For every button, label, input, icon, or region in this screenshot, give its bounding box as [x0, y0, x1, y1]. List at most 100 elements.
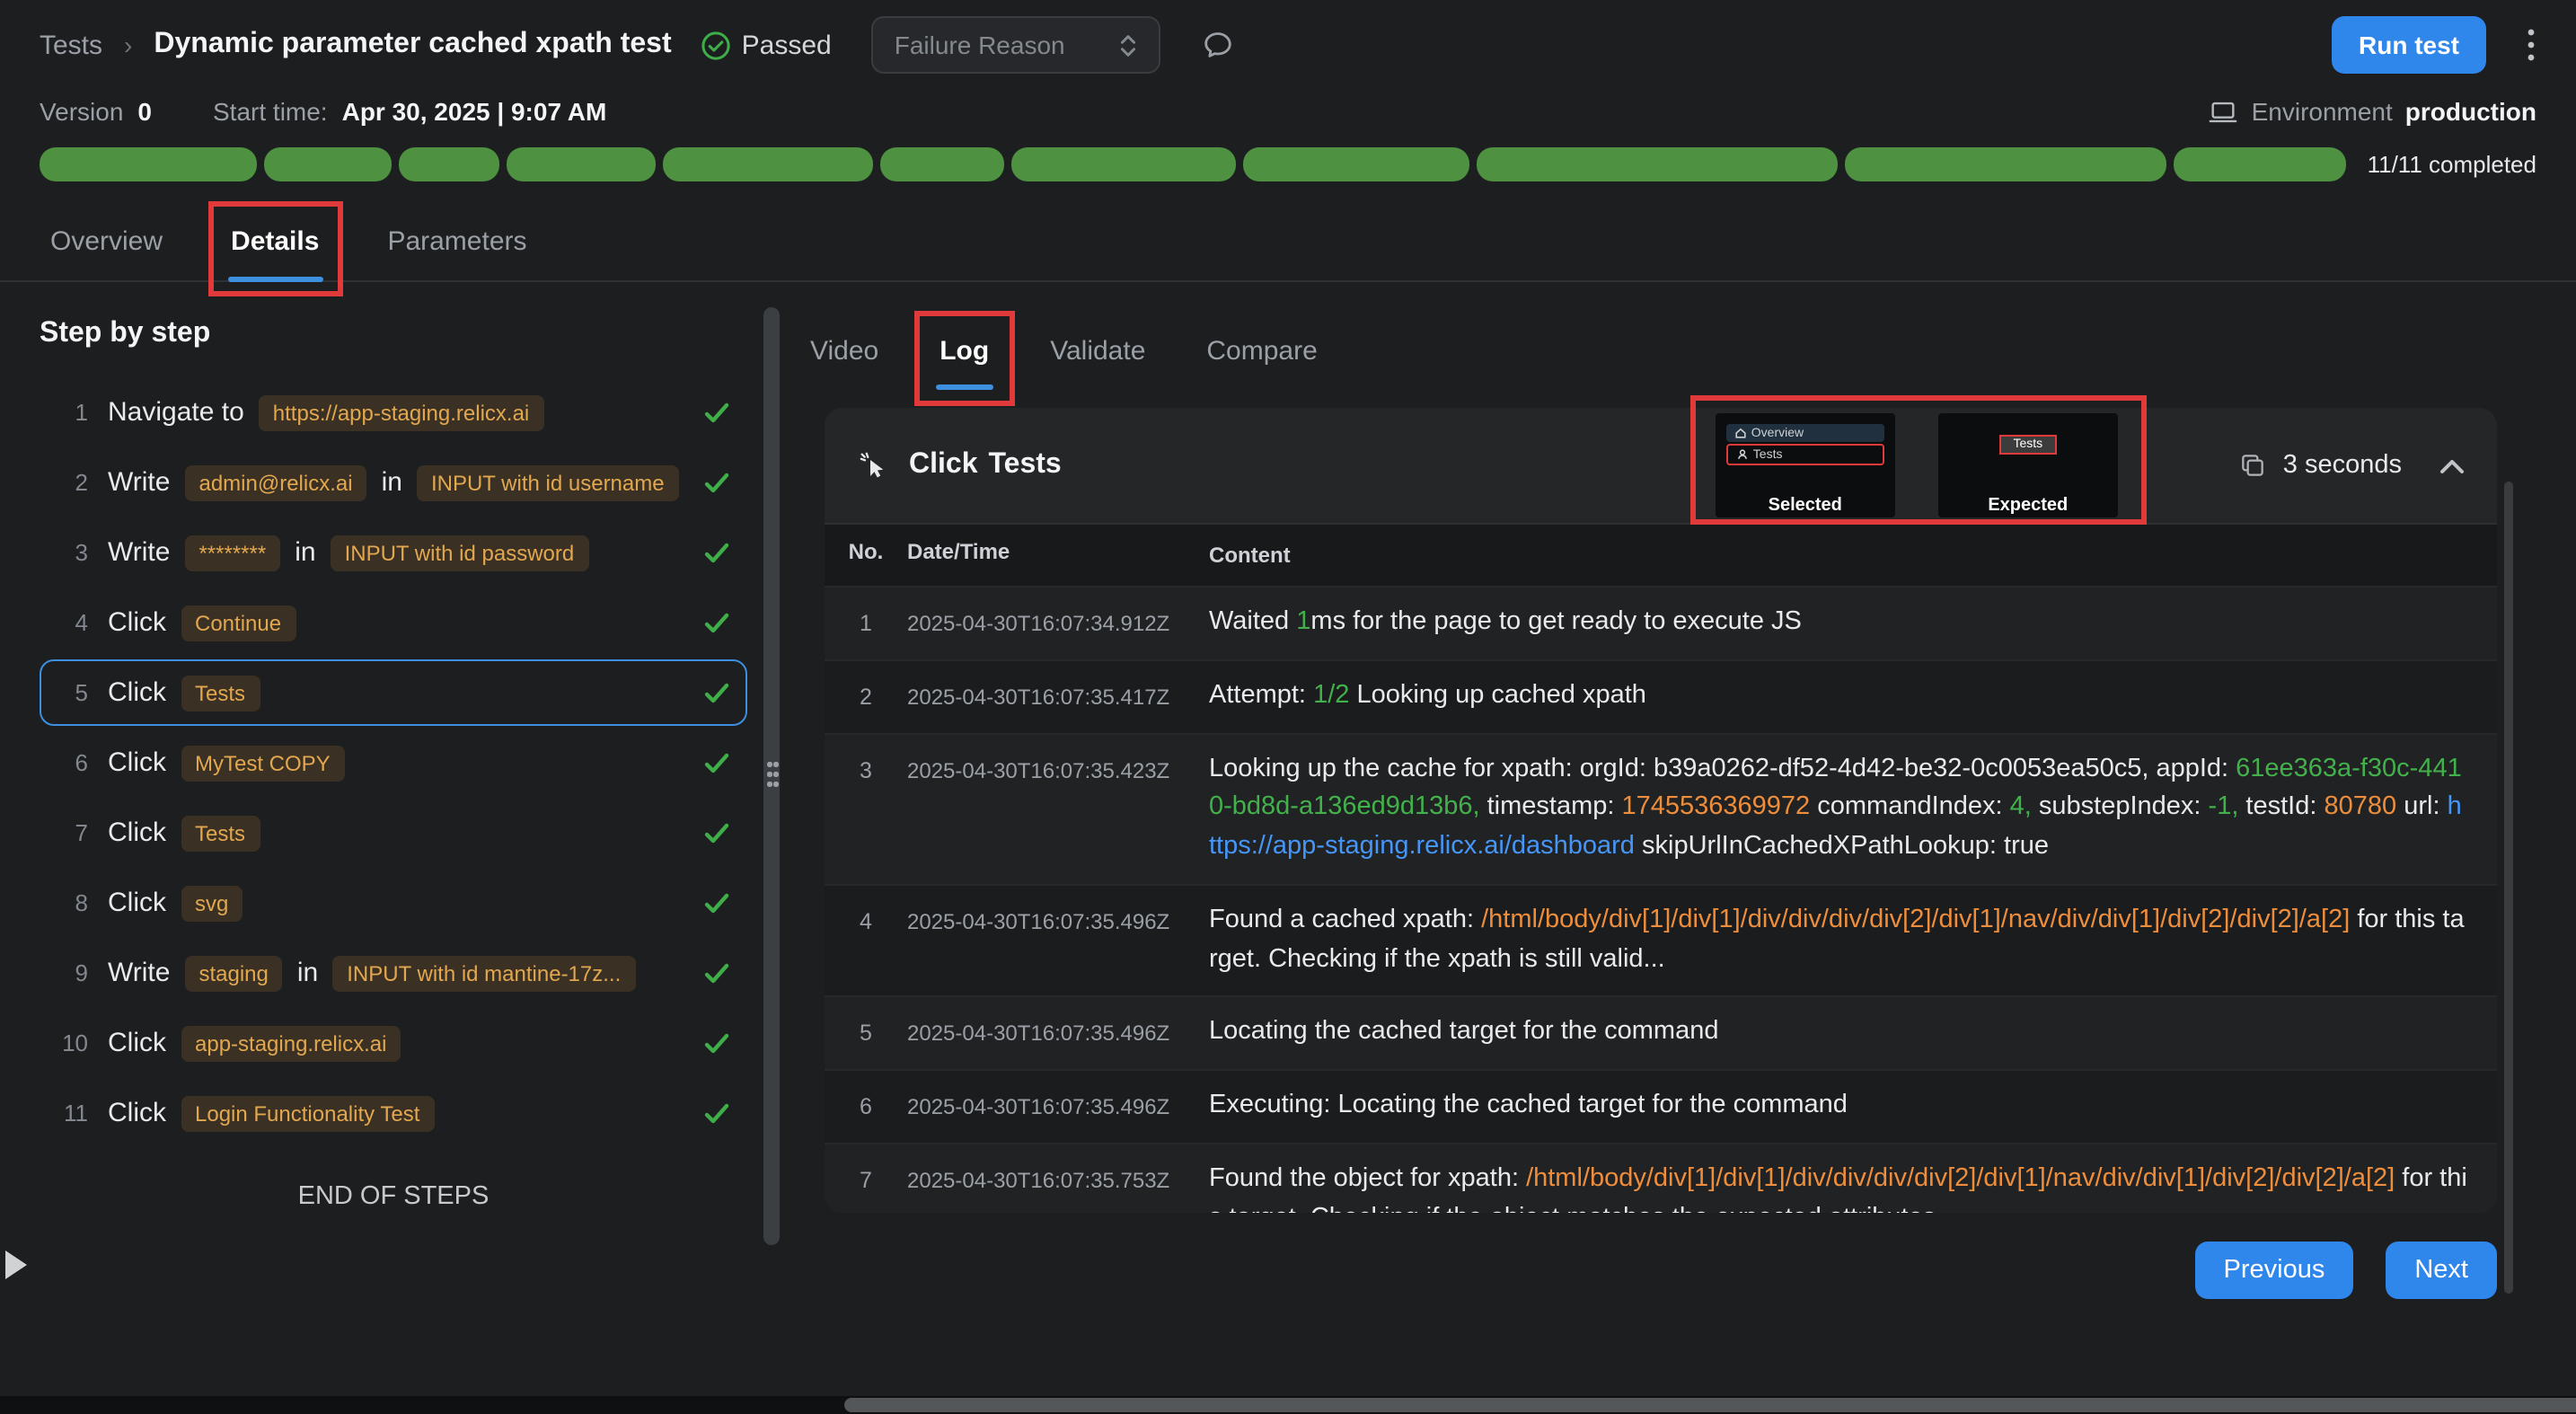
log-text-segment: 80780: [2325, 793, 2397, 822]
step-value-badge: staging: [184, 955, 282, 991]
comment-icon[interactable]: [1200, 27, 1236, 63]
step-number: 8: [52, 889, 88, 916]
main-tab-bar: Overview Details Parameters: [0, 210, 2576, 282]
log-text-segment: testId:: [2238, 793, 2324, 822]
step-number: 1: [52, 399, 88, 426]
progress-segment[interactable]: [1243, 147, 1470, 181]
chevron-up-icon[interactable]: [2439, 457, 2465, 473]
log-row-number: 1: [825, 588, 907, 659]
step-item-8[interactable]: 8 Click svg: [40, 870, 747, 936]
app-window: Tests › Dynamic parameter cached xpath t…: [0, 0, 2576, 1414]
progress-completed-label: 11/11 completed: [2368, 151, 2536, 178]
step-item-9[interactable]: 9 Write staging in INPUT with id mantine…: [40, 940, 747, 1006]
step-action: Click: [108, 1098, 166, 1128]
tab-details-label: Details: [231, 226, 319, 257]
progress-segment[interactable]: [40, 147, 257, 181]
expected-thumbnail[interactable]: Tests Expected: [1938, 413, 2118, 517]
log-row-content: Found the object for xpath: /html/body/d…: [1209, 1144, 2497, 1214]
next-button[interactable]: Next: [2386, 1242, 2497, 1299]
progress-segment[interactable]: [264, 147, 391, 181]
progress-segment[interactable]: [663, 147, 874, 181]
step-item-1[interactable]: 1 Navigate to https://app-staging.relicx…: [40, 379, 747, 446]
tab-compare[interactable]: Compare: [1203, 322, 1320, 386]
log-row-timestamp: 2025-04-30T16:07:35.496Z: [907, 998, 1209, 1070]
panel-resize-handle[interactable]: [763, 307, 780, 1245]
log-row-content: Looking up the cache for xpath: orgId: b…: [1209, 734, 2497, 884]
step-item-4[interactable]: 4 Click Continue: [40, 589, 747, 656]
selected-thumbnail[interactable]: Overview Tests Selected: [1716, 413, 1895, 517]
log-row: 2 2025-04-30T16:07:35.417Z Attempt: 1/2 …: [825, 661, 2497, 735]
breadcrumb-separator: ›: [124, 31, 132, 59]
progress-segment[interactable]: [1011, 147, 1235, 181]
log-text-segment: 1: [1296, 607, 1310, 636]
step-item-3[interactable]: 3 Write ******** in INPUT with id passwo…: [40, 519, 747, 586]
log-row: 5 2025-04-30T16:07:35.496Z Locating the …: [825, 998, 2497, 1072]
step-item-11[interactable]: 11 Click Login Functionality Test: [40, 1080, 747, 1146]
step-target-badge: Tests: [181, 815, 260, 851]
step-target-badge: MyTest COPY: [181, 745, 345, 781]
thumb-expected-label: Tests: [1998, 435, 2057, 455]
tab-overview[interactable]: Overview: [47, 210, 166, 280]
tab-validate[interactable]: Validate: [1046, 322, 1149, 386]
step-item-7[interactable]: 7 Click Tests: [40, 800, 747, 866]
log-text-segment: url:: [2396, 793, 2447, 822]
status-badge: Passed: [701, 30, 832, 60]
tab-log-label: Log: [940, 336, 989, 367]
log-text-segment: commandIndex:: [1810, 793, 2009, 822]
progress-segment[interactable]: [398, 147, 498, 181]
screenshot-thumbnails: Overview Tests Selected Tests: [1716, 413, 2118, 517]
step-conjunction: in: [382, 467, 402, 498]
progress-segment[interactable]: [506, 147, 655, 181]
log-card-header: Click Tests Overview Tests: [825, 408, 2497, 523]
log-text-segment: Found the object for xpath:: [1209, 1164, 1526, 1193]
log-scrollbar[interactable]: [2504, 482, 2513, 1294]
sidebar-expander-icon[interactable]: [5, 1251, 27, 1279]
log-text-segment: ms for the page to get ready to execute …: [1310, 607, 1802, 636]
tab-parameters[interactable]: Parameters: [384, 210, 530, 280]
progress-segment[interactable]: [881, 147, 1004, 181]
copy-icon[interactable]: [2238, 451, 2267, 480]
check-icon: [693, 1102, 729, 1124]
log-row-timestamp: 2025-04-30T16:07:35.753Z: [907, 1144, 1209, 1214]
status-label: Passed: [742, 30, 832, 60]
log-row: 6 2025-04-30T16:07:35.496Z Executing: Lo…: [825, 1071, 2497, 1144]
progress-segment[interactable]: [2174, 147, 2346, 181]
step-action: Click: [108, 607, 166, 638]
progress-segment[interactable]: [1478, 147, 1838, 181]
run-test-button[interactable]: Run test: [2332, 16, 2486, 74]
log-row-content: Waited 1ms for the page to get ready to …: [1209, 588, 2497, 659]
failure-reason-select[interactable]: Failure Reason: [871, 16, 1160, 74]
home-icon: [1735, 428, 1746, 438]
pager: Previous Next: [803, 1242, 2497, 1299]
step-target-badge: app-staging.relicx.ai: [181, 1025, 401, 1061]
step-item-5-selected[interactable]: 5 Click Tests: [40, 659, 747, 726]
kebab-menu-icon[interactable]: [2526, 27, 2536, 63]
step-conjunction: in: [297, 958, 318, 988]
step-item-10[interactable]: 10 Click app-staging.relicx.ai: [40, 1010, 747, 1076]
progress-segment[interactable]: [1845, 147, 2166, 181]
log-row-number: 2: [825, 661, 907, 733]
steps-heading: Step by step: [40, 318, 747, 350]
log-text-segment: 1/2: [1313, 681, 1349, 710]
horizontal-scrollbar-thumb[interactable]: [844, 1398, 2576, 1412]
step-item-6[interactable]: 6 Click MyTest COPY: [40, 729, 747, 796]
step-value-badge: ********: [184, 535, 280, 570]
step-number: 9: [52, 959, 88, 986]
log-row-timestamp: 2025-04-30T16:07:34.912Z: [907, 588, 1209, 659]
step-number: 11: [52, 1100, 88, 1127]
check-icon: [693, 612, 729, 633]
step-target-badge: Tests: [181, 675, 260, 711]
breadcrumb-tests[interactable]: Tests: [40, 30, 102, 60]
step-number: 2: [52, 469, 88, 496]
step-by-step-panel: Step by step 1 Navigate to https://app-s…: [40, 307, 747, 1211]
tab-video[interactable]: Video: [807, 322, 882, 386]
log-text-segment: substepIndex:: [2032, 793, 2209, 822]
previous-button[interactable]: Previous: [2195, 1242, 2354, 1299]
tab-details[interactable]: Details: [227, 210, 322, 280]
step-number: 4: [52, 609, 88, 636]
tab-log[interactable]: Log: [936, 322, 992, 386]
check-icon: [693, 962, 729, 984]
step-item-2[interactable]: 2 Write admin@relicx.ai in INPUT with id…: [40, 449, 747, 516]
selected-caption: Selected: [1716, 496, 1895, 516]
step-action: Click: [108, 1028, 166, 1058]
